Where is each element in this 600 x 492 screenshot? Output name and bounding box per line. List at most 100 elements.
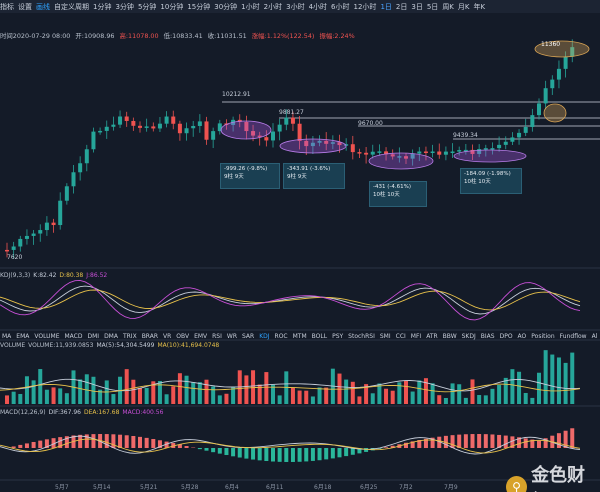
macd-histogram-bar xyxy=(91,434,96,448)
indicator-tab-dma[interactable]: DMA xyxy=(104,333,118,340)
macd-histogram-bar xyxy=(31,441,36,448)
candle-body xyxy=(144,126,149,128)
indicator-tab-volume[interactable]: VOLUME xyxy=(34,333,59,340)
measure-bars: 10柱 10天 xyxy=(373,192,400,198)
indicator-tab-psy[interactable]: PSY xyxy=(332,333,343,340)
kdj-d-line xyxy=(0,289,581,311)
indicator-tab-bbw[interactable]: BBW xyxy=(443,333,457,340)
macd-histogram-bar xyxy=(457,434,462,448)
highlight-ellipse xyxy=(453,149,527,163)
indicator-tab-brar[interactable]: BRAR xyxy=(142,333,158,340)
watermark-text: 金色财经 xyxy=(531,465,586,492)
candle-body xyxy=(364,152,369,155)
indicator-tab-trix[interactable]: TRIX xyxy=(123,333,137,340)
indicator-tab-fundflow[interactable]: Fundflow xyxy=(560,333,587,340)
indicator-tab-dpo[interactable]: DPO xyxy=(500,333,513,340)
macd-histogram-bar xyxy=(490,434,495,448)
volume-bar xyxy=(31,380,36,404)
indicator-tab-vr[interactable]: VR xyxy=(163,333,171,340)
indicator-tab-mfi[interactable]: MFI xyxy=(411,333,421,340)
indicator-tab-mtm[interactable]: MTM xyxy=(293,333,307,340)
macd-histogram-bar xyxy=(310,448,315,461)
measure-box-4: -184.09 (-1.98%) 10柱 10天 xyxy=(460,168,522,194)
indicator-tab-ao[interactable]: AO xyxy=(518,333,527,340)
indicator-tab-ma[interactable]: MA xyxy=(2,333,11,340)
watermark-logo-icon: ⚲ xyxy=(506,476,528,492)
macd-histogram-bar xyxy=(257,448,262,461)
macd-histogram-bar xyxy=(523,438,528,448)
macd-histogram-bar xyxy=(384,447,389,448)
measure-box-1: -999.26 (-9.8%) 9柱 9天 xyxy=(220,163,280,189)
volume-bar xyxy=(370,393,375,404)
chart-canvas[interactable] xyxy=(0,0,600,492)
macd-histogram-bar xyxy=(556,433,561,448)
indicator-tab-roc[interactable]: ROC xyxy=(275,333,288,340)
indicator-tab-ema[interactable]: EMA xyxy=(16,333,29,340)
volume-bar xyxy=(44,389,49,404)
price-label-high-4: 9439.34 xyxy=(453,132,478,139)
indicator-tab-skdj[interactable]: SKDJ xyxy=(462,333,476,340)
macd-histogram-bar xyxy=(24,443,29,448)
candle-body xyxy=(204,121,209,140)
time-axis-label: 5月21 xyxy=(140,484,158,491)
candle-body xyxy=(443,151,448,155)
indicator-tab-atr[interactable]: ATR xyxy=(426,333,437,340)
price-label-high-3: 9670.00 xyxy=(358,120,383,127)
volume-bar xyxy=(563,362,568,404)
indicator-tab-dmi[interactable]: DMI xyxy=(87,333,99,340)
indicator-tab-boll[interactable]: BOLL xyxy=(312,333,327,340)
volume-bar xyxy=(543,350,548,404)
time-axis-label: 5月14 xyxy=(93,484,111,491)
indicator-tab-wr[interactable]: WR xyxy=(227,333,237,340)
volume-bar xyxy=(277,395,282,404)
candle-body xyxy=(104,126,109,131)
volume-bar xyxy=(390,390,395,404)
volume-bar xyxy=(297,390,302,404)
time-axis-label: 7月9 xyxy=(444,484,458,491)
macd-histogram-bar xyxy=(18,444,23,448)
indicator-tab-stochrsi[interactable]: StochRSI xyxy=(348,333,375,340)
macd-histogram-bar xyxy=(470,434,475,448)
volume-bar xyxy=(430,383,435,404)
volume-bar xyxy=(177,373,182,404)
highlight-ellipse xyxy=(279,138,347,154)
indicator-tab-smi[interactable]: SMI xyxy=(380,333,391,340)
indicator-tab-kdj[interactable]: KDJ xyxy=(259,333,269,340)
measure-box-2: -343.91 (-3.6%) 9柱 9天 xyxy=(283,163,345,189)
volume-bar xyxy=(244,375,249,404)
indicator-tab-sar[interactable]: SAR xyxy=(242,333,254,340)
volume-bar xyxy=(11,391,16,404)
volume-bar xyxy=(91,376,96,404)
macd-histogram-bar xyxy=(197,448,202,450)
indicator-tab-macd[interactable]: MACD xyxy=(64,333,82,340)
volume-ma5: MA(5):54,304.5499 xyxy=(96,342,155,349)
indicator-tab-bias[interactable]: BIAS xyxy=(481,333,495,340)
macd-histogram-bar xyxy=(151,439,156,448)
indicator-tab-al[interactable]: Al xyxy=(592,333,598,340)
volume-bar xyxy=(410,391,415,404)
indicator-tab-emv[interactable]: EMV xyxy=(194,333,207,340)
candle-body xyxy=(503,141,508,145)
highlight-ellipse xyxy=(368,152,434,170)
volume-bar xyxy=(497,385,502,404)
volume-bar xyxy=(111,394,116,404)
macd-histogram-bar xyxy=(244,448,249,459)
macd-histogram-bar xyxy=(364,448,369,452)
volume-bar xyxy=(310,396,315,404)
time-axis-label: 6月25 xyxy=(360,484,378,491)
candle-body xyxy=(84,149,89,164)
volume-ma10: MA(10):41,694.0748 xyxy=(157,342,220,349)
kdj-d: D:80.38 xyxy=(59,272,84,279)
indicator-tab-obv[interactable]: OBV xyxy=(176,333,189,340)
indicator-tab-cci[interactable]: CCI xyxy=(396,333,406,340)
volume-bar xyxy=(78,379,83,404)
candle-body xyxy=(191,125,196,129)
indicator-tab-rsi[interactable]: RSI xyxy=(212,333,222,340)
volume-bar xyxy=(377,383,382,404)
indicator-tab-position[interactable]: Position xyxy=(531,333,554,340)
measure-bars: 10柱 10天 xyxy=(464,179,491,185)
macd-histogram-bar xyxy=(503,435,508,448)
candle-body xyxy=(350,144,355,153)
macd-histogram-bar xyxy=(124,435,129,448)
volume-bar xyxy=(184,375,189,404)
